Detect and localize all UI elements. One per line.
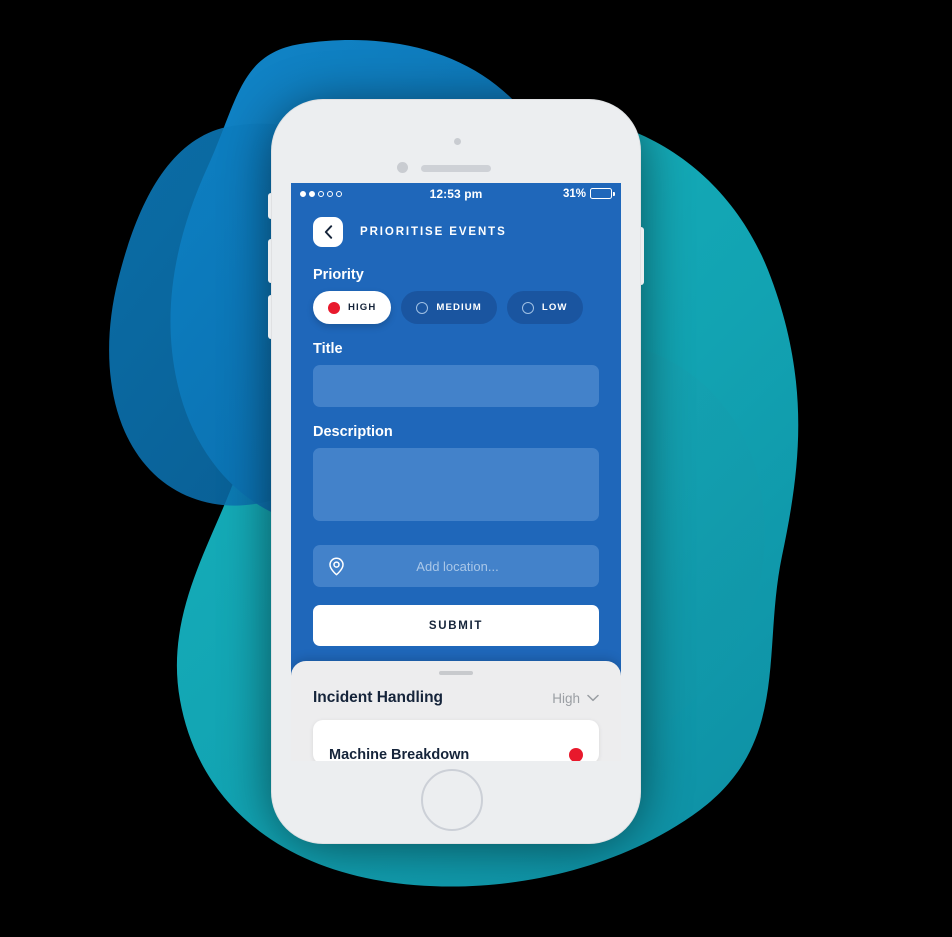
title-input[interactable] [313,365,599,407]
priority-option-high[interactable]: HIGH [313,291,392,324]
battery-percent-label: 31% [562,187,586,200]
sheet-filter-value: High [552,690,580,706]
phone-body: 12:53 pm 31% PRIORITISE EVENTS Priority … [271,99,641,844]
earpiece-speaker [421,165,491,172]
signal-strength-icon [300,190,342,197]
mockup-stage: 12:53 pm 31% PRIORITISE EVENTS Priority … [0,0,952,937]
priority-selector: HIGH MEDIUM LOW [313,291,599,324]
front-camera-icon [454,138,461,145]
list-item[interactable]: Machine Breakdown [313,720,599,761]
status-badge [569,748,583,761]
event-form: Priority HIGH MEDIUM LOW Title Descripti… [291,267,621,646]
battery-icon [590,188,615,199]
chevron-left-icon [324,225,332,239]
hollow-circle-icon [416,301,429,314]
status-bar: 12:53 pm 31% [291,183,621,204]
navigation-bar: PRIORITISE EVENTS [291,204,621,247]
sheet-drag-handle[interactable] [439,671,473,675]
back-button[interactable] [313,217,343,247]
title-label: Title [313,341,343,357]
sheet-filter-dropdown[interactable]: High [552,691,599,706]
sheet-title: Incident Handling [313,689,444,706]
bottom-sheet: Incident Handling High Machine Breakdown [291,661,621,761]
description-label: Description [313,424,393,440]
description-input[interactable] [313,448,599,521]
location-placeholder: Add location... [416,558,499,574]
status-battery-group: 31% [562,187,615,200]
chevron-down-icon [587,694,599,702]
page-title: PRIORITISE EVENTS [360,226,507,238]
incident-card-title: Machine Breakdown [329,747,470,761]
filled-red-dot-icon [328,301,340,314]
priority-option-label: LOW [541,302,568,313]
priority-option-label: HIGH [348,302,377,313]
priority-label: Priority [313,267,364,283]
priority-option-medium[interactable]: MEDIUM [401,291,497,324]
submit-button[interactable]: SUBMIT [313,605,599,646]
proximity-sensor-icon [397,162,408,173]
map-pin-icon [329,557,344,575]
location-input[interactable]: Add location... [313,545,599,587]
sheet-header: Incident Handling High [313,689,599,707]
phone-mockup: 12:53 pm 31% PRIORITISE EVENTS Priority … [268,99,644,844]
priority-option-low[interactable]: LOW [506,291,583,324]
phone-screen: 12:53 pm 31% PRIORITISE EVENTS Priority … [291,183,621,761]
priority-option-label: MEDIUM [436,302,482,313]
hollow-circle-icon [521,301,534,314]
home-button[interactable] [421,769,483,831]
